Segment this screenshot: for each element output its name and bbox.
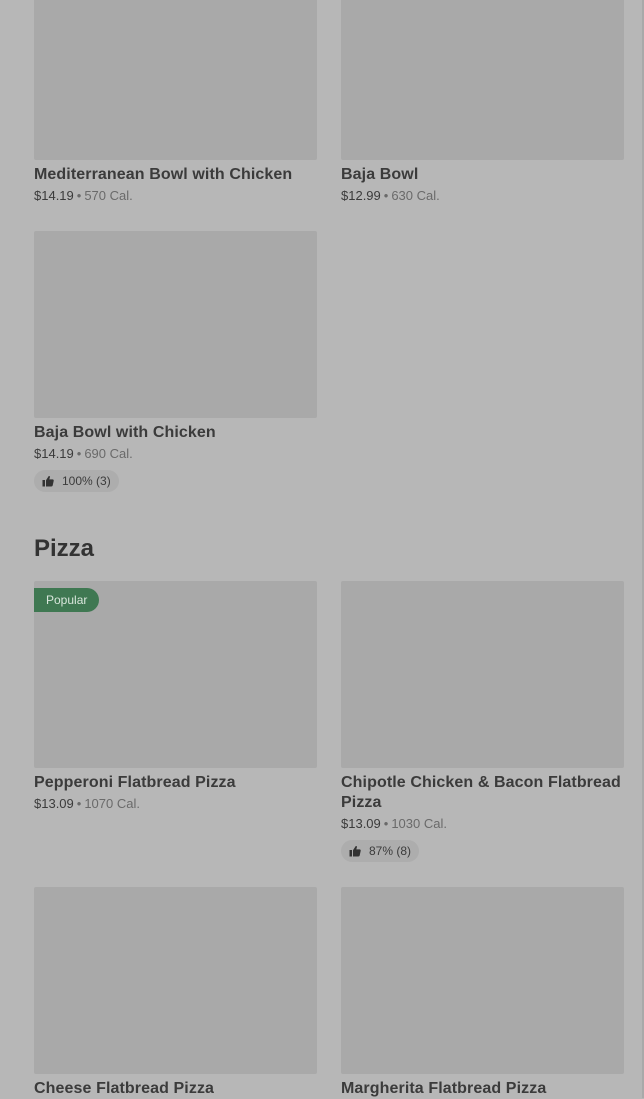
item-meta: $12.99 • 630 Cal. (341, 188, 624, 204)
item-meta: $13.09 • 1030 Cal. (341, 816, 624, 832)
item-image (34, 231, 317, 418)
menu-item-card[interactable]: Mediterranean Bowl with Chicken $14.19 • 5… (34, 0, 317, 204)
item-name: Pepperoni Flatbread Pizza (34, 774, 236, 791)
menu-item-card[interactable]: Baja Bowl $12.99 • 630 Cal. (341, 0, 624, 204)
separator-dot: • (76, 796, 82, 811)
item-image (341, 581, 624, 768)
item-image: Popular (34, 581, 317, 768)
popular-badge: Popular (34, 588, 100, 612)
item-meta: $14.19 • 690 Cal. (34, 446, 317, 462)
menu-item-card[interactable]: Cheese Flatbread Pizza (34, 887, 317, 1099)
thumbs-up-icon (349, 845, 361, 857)
item-meta: $13.09 • 1070 Cal. (34, 796, 317, 812)
rating-badge: 100% (3) (34, 470, 119, 492)
item-name: Baja Bowl (341, 166, 419, 183)
item-price: $13.09 (34, 796, 74, 811)
item-calories: 690 Cal. (84, 446, 133, 461)
menu-item-card[interactable]: Chipotle Chicken & Bacon Flatbread Pizza… (341, 581, 624, 862)
thumbs-up-icon (42, 475, 54, 487)
item-calories: 1070 Cal. (84, 796, 140, 811)
item-calories: 630 Cal. (391, 188, 440, 203)
section-title-pizza: Pizza (34, 535, 95, 562)
menu-item-card[interactable]: Popular Pepperoni Flatbread Pizza $13.09… (34, 581, 317, 812)
separator-dot: • (383, 188, 389, 203)
item-name: Margherita Flatbread Pizza (341, 1080, 547, 1097)
item-calories: 1030 Cal. (391, 816, 447, 831)
item-calories: 570 Cal. (84, 188, 133, 203)
item-name: Cheese Flatbread Pizza (34, 1080, 215, 1097)
item-name: Chipotle Chicken & Bacon Flatbread Pizza (341, 774, 621, 811)
separator-dot: • (383, 816, 389, 831)
rating-badge: 87% (8) (341, 840, 420, 862)
item-price: $14.19 (34, 188, 74, 203)
separator-dot: • (76, 188, 82, 203)
item-price: $13.09 (341, 816, 381, 831)
item-image (341, 0, 624, 160)
rating-text: 100% (3) (62, 474, 111, 488)
rating-text: 87% (8) (369, 844, 412, 858)
menu-item-card[interactable]: Margherita Flatbread Pizza (341, 887, 624, 1099)
menu-item-card[interactable]: Baja Bowl with Chicken $14.19 • 690 Cal. 1… (34, 231, 317, 492)
item-image (34, 0, 317, 160)
separator-dot: • (76, 446, 82, 461)
item-price: $14.19 (34, 446, 74, 461)
item-image (341, 887, 624, 1074)
item-name: Baja Bowl with Chicken (34, 424, 216, 441)
item-price: $12.99 (341, 188, 381, 203)
item-meta: $14.19 • 570 Cal. (34, 188, 317, 204)
item-image (34, 887, 317, 1074)
item-name: Mediterranean Bowl with Chicken (34, 166, 293, 183)
